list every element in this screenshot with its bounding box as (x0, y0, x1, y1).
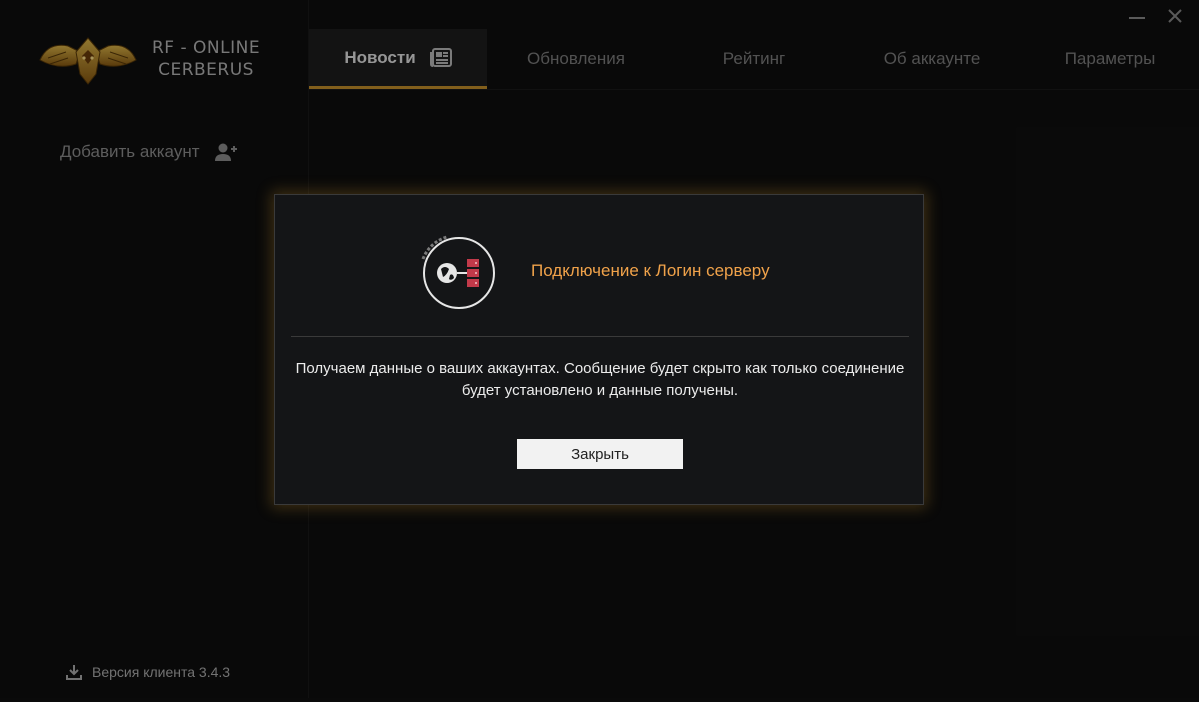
dialog-message: Получаем данные о ваших аккаунтах. Сообщ… (295, 360, 905, 399)
server-connection-icon (421, 235, 495, 309)
dialog-divider (291, 336, 909, 337)
close-dialog-button[interactable]: Закрыть (517, 439, 683, 469)
dialog-title: Подключение к Логин серверу (531, 261, 770, 280)
launcher-window: RF - ONLINE CERBERUS Добавить аккаунт Ве… (0, 0, 1199, 702)
connection-dialog: Подключение к Логин серверу Получаем дан… (274, 194, 924, 505)
dialog-header: Подключение к Логин серверу (417, 229, 770, 313)
